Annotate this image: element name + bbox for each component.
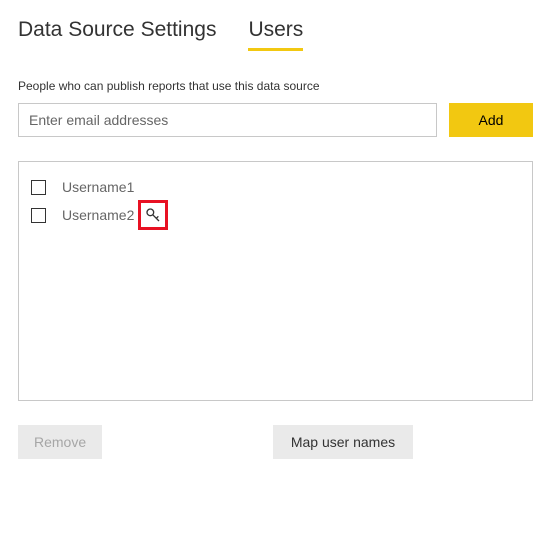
checkbox[interactable] [31,180,46,195]
key-icon [145,207,161,223]
action-row: Remove Map user names [18,425,413,459]
section-description: People who can publish reports that use … [18,79,533,93]
list-item: Username2 [31,202,520,228]
list-item: Username1 [31,174,520,200]
add-button[interactable]: Add [449,103,533,137]
user-list: Username1 Username2 [18,161,533,401]
map-user-names-button[interactable]: Map user names [273,425,413,459]
user-name-label: Username2 [62,207,134,223]
tab-users[interactable]: Users [248,18,303,51]
remove-button[interactable]: Remove [18,425,102,459]
add-user-row: Add [18,103,533,137]
tabs-container: Data Source Settings Users [18,18,533,51]
tab-data-source-settings[interactable]: Data Source Settings [18,18,216,51]
email-input[interactable] [18,103,437,137]
checkbox[interactable] [31,208,46,223]
highlight-box [138,200,168,230]
user-name-label: Username1 [62,179,134,195]
